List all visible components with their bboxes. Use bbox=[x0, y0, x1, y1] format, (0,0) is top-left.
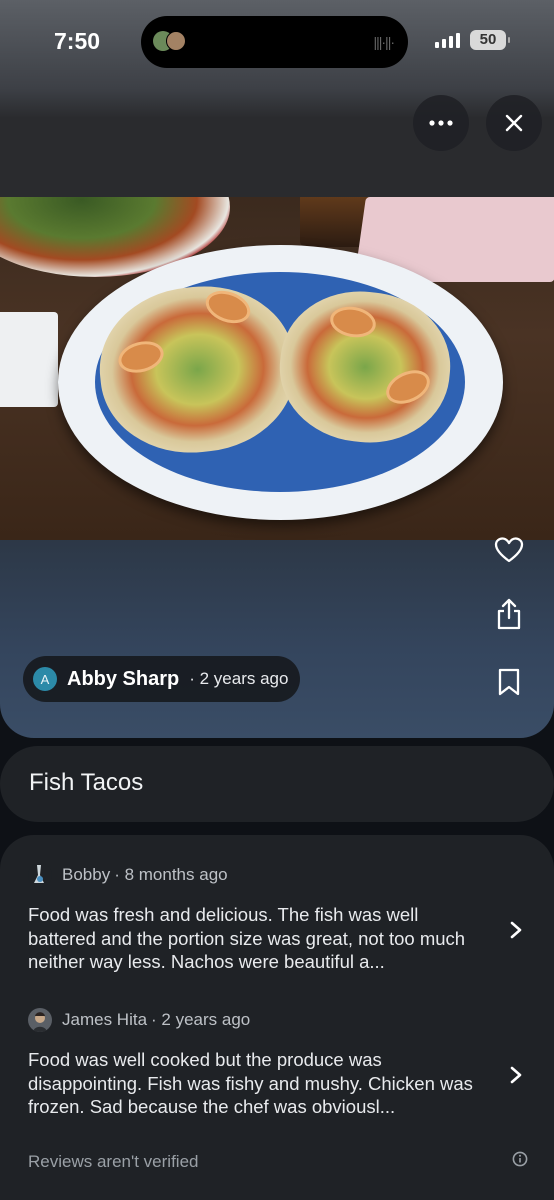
dynamic-island: |||·||· bbox=[141, 16, 408, 68]
author-name: Abby Sharp bbox=[67, 667, 180, 690]
reviews-footer: Reviews aren't verified bbox=[28, 1151, 528, 1172]
avatar bbox=[28, 1008, 52, 1032]
share-icon bbox=[497, 598, 521, 630]
review-item[interactable]: Bobby · 8 months ago Food was fresh and … bbox=[28, 862, 528, 974]
status-indicators: 50 bbox=[435, 30, 510, 50]
avatar bbox=[28, 863, 52, 887]
photo-viewer: 7:50 |||·||· 50 A Abby Sharp · 2 years a… bbox=[0, 0, 554, 738]
audio-wave-icon: |||·||· bbox=[373, 34, 394, 50]
heart-icon bbox=[494, 537, 524, 563]
chevron-right-icon bbox=[510, 1066, 522, 1084]
review-meta: James Hita · 2 years ago bbox=[28, 1007, 528, 1033]
reviews-disclaimer: Reviews aren't verified bbox=[28, 1151, 199, 1171]
close-button[interactable] bbox=[486, 95, 542, 151]
battery-icon: 50 bbox=[470, 30, 510, 50]
info-icon bbox=[512, 1151, 528, 1167]
author-chip[interactable]: A Abby Sharp · 2 years ago bbox=[23, 656, 301, 702]
like-button[interactable] bbox=[491, 532, 527, 568]
more-options-button[interactable] bbox=[413, 95, 469, 151]
more-horizontal-icon bbox=[429, 120, 453, 126]
review-expand-button[interactable] bbox=[504, 918, 528, 942]
review-text: Food was well cooked but the produce was… bbox=[28, 1049, 473, 1117]
bookmark-icon bbox=[498, 668, 520, 696]
review-time: · 2 years ago bbox=[151, 1010, 251, 1029]
chevron-right-icon bbox=[510, 921, 522, 939]
reviewer-name: James Hita bbox=[62, 1010, 148, 1029]
reviewer-name: Bobby bbox=[62, 865, 111, 884]
review-expand-button[interactable] bbox=[504, 1063, 528, 1087]
dish-title: Fish Tacos bbox=[29, 769, 144, 796]
review-meta: Bobby · 8 months ago bbox=[28, 862, 528, 888]
fish-tacos-photo bbox=[0, 197, 554, 540]
review-time: · 8 months ago bbox=[114, 865, 228, 884]
dish-title-card: Fish Tacos bbox=[0, 746, 554, 822]
close-icon bbox=[505, 114, 523, 132]
status-time: 7:50 bbox=[54, 28, 101, 54]
island-avatars-icon bbox=[153, 31, 187, 53]
avatar: A bbox=[33, 667, 57, 691]
share-button[interactable] bbox=[491, 596, 527, 632]
review-text: Food was fresh and delicious. The fish w… bbox=[28, 904, 466, 972]
save-button[interactable] bbox=[491, 664, 527, 700]
review-item[interactable]: James Hita · 2 years ago Food was well c… bbox=[28, 1007, 528, 1119]
author-time: · 2 years ago bbox=[189, 669, 289, 688]
info-button[interactable] bbox=[512, 1151, 528, 1172]
signal-icon bbox=[435, 32, 460, 48]
status-bar: 7:50 |||·||· 50 bbox=[0, 0, 554, 84]
